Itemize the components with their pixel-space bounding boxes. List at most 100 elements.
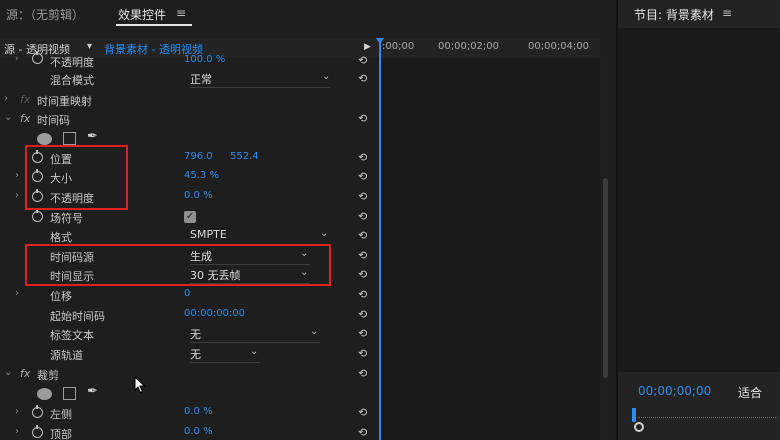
fit-zoom-select[interactable]: 适合 — [738, 384, 762, 401]
reset-icon[interactable]: ⟲ — [358, 288, 367, 301]
position-y-value[interactable]: 552.4 — [230, 151, 259, 162]
dropdown-underline — [190, 342, 320, 343]
chevron-down-icon: ⌄ — [310, 326, 319, 337]
mask-tools-row: ✒ — [0, 384, 378, 403]
play-icon[interactable]: ▶ — [364, 42, 371, 52]
fx-toggle-icon[interactable]: fx — [20, 367, 30, 380]
reset-icon[interactable]: ⟲ — [358, 426, 367, 439]
panel-menu-icon[interactable]: ≡ — [176, 6, 186, 20]
reset-icon[interactable]: ⟲ — [358, 190, 367, 203]
reset-icon[interactable]: ⟲ — [358, 308, 367, 321]
reset-icon[interactable]: ⟲ — [358, 367, 367, 380]
blend-mode-dropdown[interactable]: 正常 ⌄ — [190, 71, 331, 88]
reset-icon[interactable]: ⟲ — [358, 347, 367, 360]
effect-label: 时间重映射 — [37, 95, 92, 108]
reset-icon[interactable]: ⟲ — [358, 327, 367, 340]
pen-mask-icon[interactable]: ✒ — [87, 384, 98, 399]
stopwatch-icon[interactable] — [32, 51, 43, 64]
stopwatch-icon[interactable] — [32, 425, 43, 438]
fx-icon: fx — [20, 93, 31, 106]
property-label: 源轨道 — [50, 349, 83, 362]
opacity-value[interactable]: 0.0 % — [184, 190, 213, 201]
start-timecode-value[interactable]: 00:00:00:00 — [184, 308, 245, 319]
twirl-open-icon[interactable]: ⌄ — [4, 112, 12, 123]
crop-top-value[interactable]: 0.0 % — [184, 426, 213, 437]
dropdown-value: 无 — [190, 328, 201, 341]
playhead-handle[interactable] — [376, 38, 384, 44]
property-row-offset: › 位移 0 ⟲ — [0, 286, 378, 305]
reset-icon[interactable]: ⟲ — [358, 170, 367, 183]
reset-icon[interactable]: ⟲ — [358, 406, 367, 419]
twirl-icon[interactable]: › — [15, 406, 19, 417]
fx-toggle-icon[interactable]: fx — [20, 112, 30, 125]
playhead[interactable] — [376, 38, 384, 440]
position-x-value[interactable]: 796.0 — [184, 151, 213, 162]
effect-label: 裁剪 — [37, 369, 59, 382]
highlight-box — [25, 145, 128, 210]
ellipse-mask-icon[interactable] — [37, 388, 52, 400]
opacity-value[interactable]: 100.0 % — [184, 54, 225, 65]
chevron-down-icon: ⌄ — [322, 71, 331, 82]
program-timecode[interactable]: 00;00;00;00 — [638, 384, 711, 398]
chevron-down-icon: ⌄ — [250, 346, 259, 357]
program-viewer[interactable] — [618, 28, 780, 372]
ruler-tick-label: 00;00;04;00 — [528, 41, 590, 52]
property-row-source-track: 源轨道 无 ⌄ ⟲ — [0, 345, 378, 364]
twirl-icon[interactable]: › — [15, 190, 19, 201]
label-text-dropdown[interactable]: 无 ⌄ — [190, 326, 320, 343]
timeline-ruler[interactable]: :00;00 00;00;02;00 00;00;04;00 — [378, 38, 600, 58]
panel-menu-icon[interactable]: ≡ — [722, 6, 732, 20]
pen-mask-icon[interactable]: ✒ — [87, 129, 98, 144]
active-tab-indicator — [116, 24, 192, 26]
rectangle-mask-icon[interactable] — [63, 132, 76, 145]
ellipse-mask-icon[interactable] — [37, 133, 52, 145]
rectangle-mask-icon[interactable] — [63, 387, 76, 400]
twirl-open-icon[interactable]: ⌄ — [4, 367, 12, 378]
reset-icon[interactable]: ⟲ — [358, 268, 367, 281]
scrollbar-thumb[interactable] — [603, 178, 608, 378]
property-row-blend-mode: 混合模式 正常 ⌄ ⟲ — [0, 70, 378, 89]
offset-value[interactable]: 0 — [184, 288, 190, 299]
reset-icon[interactable]: ⟲ — [358, 249, 367, 262]
reset-icon[interactable]: ⟲ — [358, 210, 367, 223]
effect-row-time-remap: › fx 时间重映射 — [0, 91, 378, 110]
effect-timeline[interactable]: :00;00 00;00;02;00 00;00;04;00 — [376, 38, 600, 440]
property-row-top: › 顶部 0.0 % ⟲ — [0, 424, 378, 440]
property-row-field-symbol: 场符号 ✓ ⟲ — [0, 208, 378, 227]
zoom-scroll-handle[interactable] — [634, 422, 644, 432]
dropdown-underline — [190, 87, 330, 88]
property-label: 起始时间码 — [50, 310, 105, 323]
reset-icon[interactable]: ⟲ — [358, 112, 367, 125]
field-symbol-checkbox[interactable]: ✓ — [184, 211, 196, 223]
highlight-box — [25, 244, 331, 286]
effect-controls-panel: 源：（无剪辑） 效果控件 ≡ 源 - 透明视频 ▾ 背景素材 - 透明视频 ▶ … — [0, 0, 616, 440]
twirl-icon[interactable]: › — [15, 288, 19, 299]
reset-icon[interactable]: ⟲ — [358, 72, 367, 85]
vertical-scrollbar[interactable] — [601, 58, 610, 438]
reset-icon[interactable]: ⟲ — [358, 54, 367, 67]
ruler-tick-label: :00;00 — [382, 41, 415, 52]
property-label: 格式 — [50, 231, 72, 244]
clip-dropdown-icon[interactable]: ▾ — [87, 41, 92, 52]
property-row-opacity-top: › 不透明度 100.0 % ⟲ — [0, 51, 378, 71]
mouse-cursor-icon — [134, 376, 146, 394]
twirl-icon[interactable]: › — [4, 93, 8, 104]
tab-program[interactable]: 节目: 背景素材 — [634, 6, 714, 23]
tab-effect-controls[interactable]: 效果控件 — [118, 6, 166, 23]
crop-left-value[interactable]: 0.0 % — [184, 406, 213, 417]
tab-source[interactable]: 源：（无剪辑） — [6, 6, 84, 23]
scale-value[interactable]: 45.3 % — [184, 170, 219, 181]
stopwatch-icon[interactable] — [32, 405, 43, 418]
program-monitor-panel: 节目: 背景素材 ≡ 00;00;00;00 适合 — [618, 0, 780, 440]
reset-icon[interactable]: ⟲ — [358, 151, 367, 164]
source-track-dropdown[interactable]: 无 ⌄ — [190, 346, 260, 363]
stopwatch-icon[interactable] — [32, 209, 43, 222]
twirl-icon[interactable]: › — [15, 170, 19, 181]
dropdown-underline — [190, 362, 260, 363]
reset-icon[interactable]: ⟲ — [358, 229, 367, 242]
program-time-ruler[interactable] — [638, 414, 778, 418]
program-playhead[interactable] — [632, 408, 636, 422]
twirl-icon[interactable]: › — [15, 54, 19, 64]
twirl-icon[interactable]: › — [15, 426, 19, 437]
format-dropdown[interactable]: SMPTE ⌄ — [190, 228, 330, 245]
